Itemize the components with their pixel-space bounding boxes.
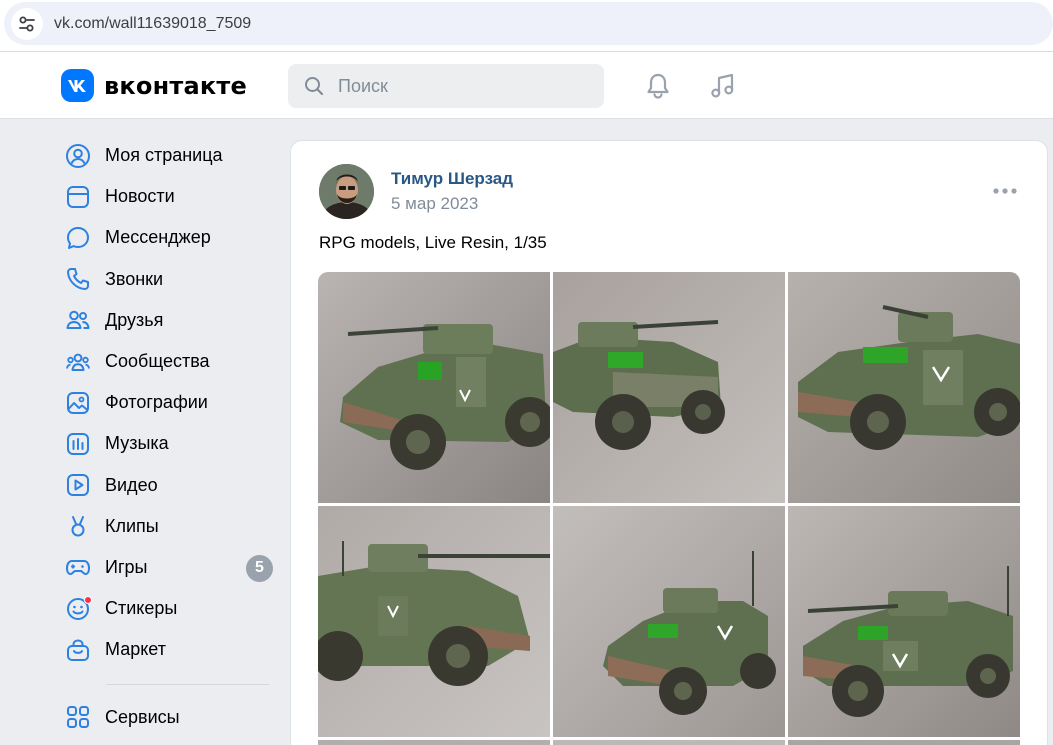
sidebar-item-label: Фотографии <box>105 392 208 413</box>
logo-text: вконтакте <box>104 71 247 100</box>
photos-icon <box>64 389 92 417</box>
sidebar-item-label: Музыка <box>105 433 169 454</box>
browser-address-bar: vk.com/wall11639018_7509 <box>0 0 1053 52</box>
sidebar-item-photos[interactable]: Фотографии <box>58 382 278 423</box>
clips-icon <box>64 512 92 540</box>
notifications-bell-icon[interactable] <box>643 71 673 101</box>
music-icon <box>64 430 92 458</box>
url-field[interactable]: vk.com/wall11639018_7509 <box>4 2 1053 45</box>
sidebar-item-news[interactable]: Новости <box>58 176 278 217</box>
message-icon <box>64 224 92 252</box>
wall-post: Тимур Шерзад 5 мар 2023 RPG models, Live… <box>290 140 1048 745</box>
post-text: RPG models, Live Resin, 1/35 <box>319 233 547 252</box>
sidebar-item-label: Маркет <box>105 639 166 660</box>
photo-grid <box>318 272 1021 745</box>
author-avatar[interactable] <box>319 164 374 219</box>
site-settings-icon[interactable] <box>11 7 43 40</box>
post-photo-4[interactable] <box>318 506 550 737</box>
sidebar-item-games[interactable]: Игры 5 <box>58 547 278 588</box>
sidebar-item-friends[interactable]: Друзья <box>58 300 278 341</box>
new-stickers-dot <box>84 595 92 604</box>
sidebar-item-label: Звонки <box>105 268 164 289</box>
sidebar-item-label: Сообщества <box>105 351 210 372</box>
sidebar-item-clips[interactable]: Клипы <box>58 506 278 547</box>
post-author-link[interactable]: Тимур Шерзад <box>391 169 513 189</box>
sidebar-divider <box>106 684 269 686</box>
search-input[interactable]: Поиск <box>338 76 388 97</box>
vk-logo-icon <box>61 69 94 102</box>
post-photo-1[interactable] <box>318 272 550 503</box>
post-photo-2[interactable] <box>553 272 785 503</box>
post-photo-7-partial[interactable] <box>318 740 550 745</box>
sidebar-item-label: Сервисы <box>105 706 180 727</box>
sidebar-item-communities[interactable]: Сообщества <box>58 341 278 382</box>
games-count-badge: 5 <box>246 554 273 582</box>
communities-icon <box>64 348 92 376</box>
games-icon <box>64 553 92 581</box>
music-note-icon[interactable] <box>708 71 738 101</box>
phone-icon <box>64 265 92 293</box>
sidebar-item-market[interactable]: Маркет <box>58 629 278 670</box>
sidebar-item-stickers[interactable]: Стикеры <box>58 588 278 629</box>
sidebar-item-music[interactable]: Музыка <box>58 423 278 464</box>
sidebar-item-messenger[interactable]: Мессенджер <box>58 217 278 258</box>
sidebar-item-my-page[interactable]: Моя страница <box>58 135 278 176</box>
more-options-icon[interactable] <box>991 181 1019 201</box>
post-photo-6[interactable] <box>788 506 1020 737</box>
sidebar-item-label: Клипы <box>105 515 159 536</box>
sidebar-item-label: Моя страница <box>105 145 223 166</box>
left-sidebar: Моя страница Новости Мессенджер Звонки Д… <box>58 135 278 738</box>
vk-logo[interactable]: вконтакте <box>61 69 247 102</box>
sidebar-item-label: Видео <box>105 474 158 495</box>
services-icon <box>64 703 92 731</box>
post-photo-9-partial[interactable] <box>788 740 1020 745</box>
post-date[interactable]: 5 мар 2023 <box>391 194 478 214</box>
sidebar-item-video[interactable]: Видео <box>58 465 278 506</box>
url-text[interactable]: vk.com/wall11639018_7509 <box>54 15 251 33</box>
sidebar-item-label: Новости <box>105 186 175 207</box>
site-header: вконтакте Поиск <box>0 52 1053 119</box>
search-box[interactable]: Поиск <box>288 64 604 108</box>
sidebar-item-services[interactable]: Сервисы <box>58 696 278 737</box>
sidebar-item-label: Игры <box>105 556 148 577</box>
stickers-icon <box>64 595 92 623</box>
search-icon <box>304 75 326 97</box>
user-circle-icon <box>64 142 92 170</box>
news-icon <box>64 183 92 211</box>
post-photo-5[interactable] <box>553 506 785 737</box>
sidebar-item-label: Друзья <box>105 309 164 330</box>
market-icon <box>64 636 92 664</box>
post-photo-8-partial[interactable] <box>553 740 785 745</box>
friends-icon <box>64 306 92 334</box>
video-icon <box>64 471 92 499</box>
sidebar-item-label: Мессенджер <box>105 227 211 248</box>
post-photo-3[interactable] <box>788 272 1020 503</box>
sidebar-item-label: Стикеры <box>105 598 178 619</box>
sidebar-item-calls[interactable]: Звонки <box>58 259 278 300</box>
